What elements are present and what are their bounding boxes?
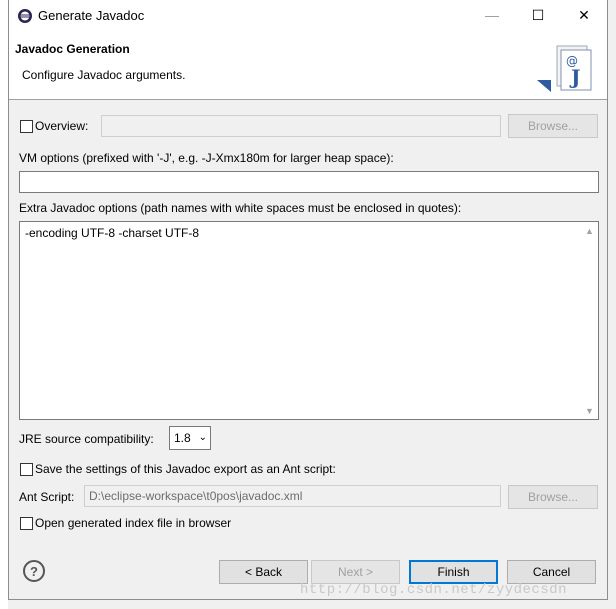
save-ant-label: Save the settings of this Javadoc export… [35,462,336,476]
overview-input-value[interactable] [102,116,500,136]
title-bar[interactable]: Generate Javadoc — ☐ ✕ [9,0,607,30]
vm-options-input-value[interactable] [20,172,598,192]
ant-script-input[interactable] [84,485,501,507]
watermark-text: http://blog.csdn.net/zyydecsdn [300,582,568,598]
ant-browse-button[interactable]: Browse... [508,485,598,509]
close-button[interactable]: ✕ [561,0,607,30]
vm-options-input[interactable] [19,171,599,193]
window-title: Generate Javadoc [38,8,145,23]
background-window-edge [0,0,8,609]
help-icon[interactable]: ? [23,560,45,582]
minimize-button[interactable]: — [469,0,515,30]
page-title: Javadoc Generation [15,42,130,56]
overview-checkbox[interactable] [20,120,33,133]
open-index-checkbox[interactable] [20,517,33,530]
jre-select[interactable]: 1.8 ⌄ [169,426,211,450]
extra-options-scrollbar[interactable]: ▲ ▼ [581,222,598,419]
dialog-window: Generate Javadoc — ☐ ✕ Javadoc Generatio… [8,0,608,600]
scroll-up-icon[interactable]: ▲ [581,222,598,239]
maximize-button[interactable]: ☐ [515,0,561,30]
overview-input[interactable] [101,115,501,137]
chevron-down-icon: ⌄ [198,432,207,443]
wizard-header: Javadoc Generation Configure Javadoc arg… [9,30,607,100]
overview-browse-button[interactable]: Browse... [508,114,598,138]
page-description: Configure Javadoc arguments. [22,68,186,82]
scroll-down-icon[interactable]: ▼ [581,402,598,419]
overview-label: Overview: [35,119,89,133]
extra-options-text: -encoding UTF-8 -charset UTF-8 [25,226,200,240]
extra-options-textarea[interactable]: -encoding UTF-8 -charset UTF-8 ▲ ▼ [19,221,599,420]
save-ant-checkbox[interactable] [20,463,33,476]
jre-label: JRE source compatibility: [19,432,154,446]
back-button[interactable]: < Back [219,560,308,584]
cancel-button[interactable]: Cancel [507,560,596,584]
javadoc-wizard-icon: @ J [537,45,592,92]
ant-script-label: Ant Script: [19,490,75,504]
eclipse-icon [18,9,32,23]
extra-options-label: Extra Javadoc options (path names with w… [19,201,462,215]
vm-options-label: VM options (prefixed with '-J', e.g. -J-… [19,151,394,165]
open-index-label: Open generated index file in browser [35,516,232,530]
jre-selected-value: 1.8 [174,431,191,445]
ant-script-input-value[interactable] [85,486,500,506]
finish-button[interactable]: Finish [409,560,498,584]
next-button[interactable]: Next > [311,560,400,584]
svg-text:J: J [569,65,580,89]
